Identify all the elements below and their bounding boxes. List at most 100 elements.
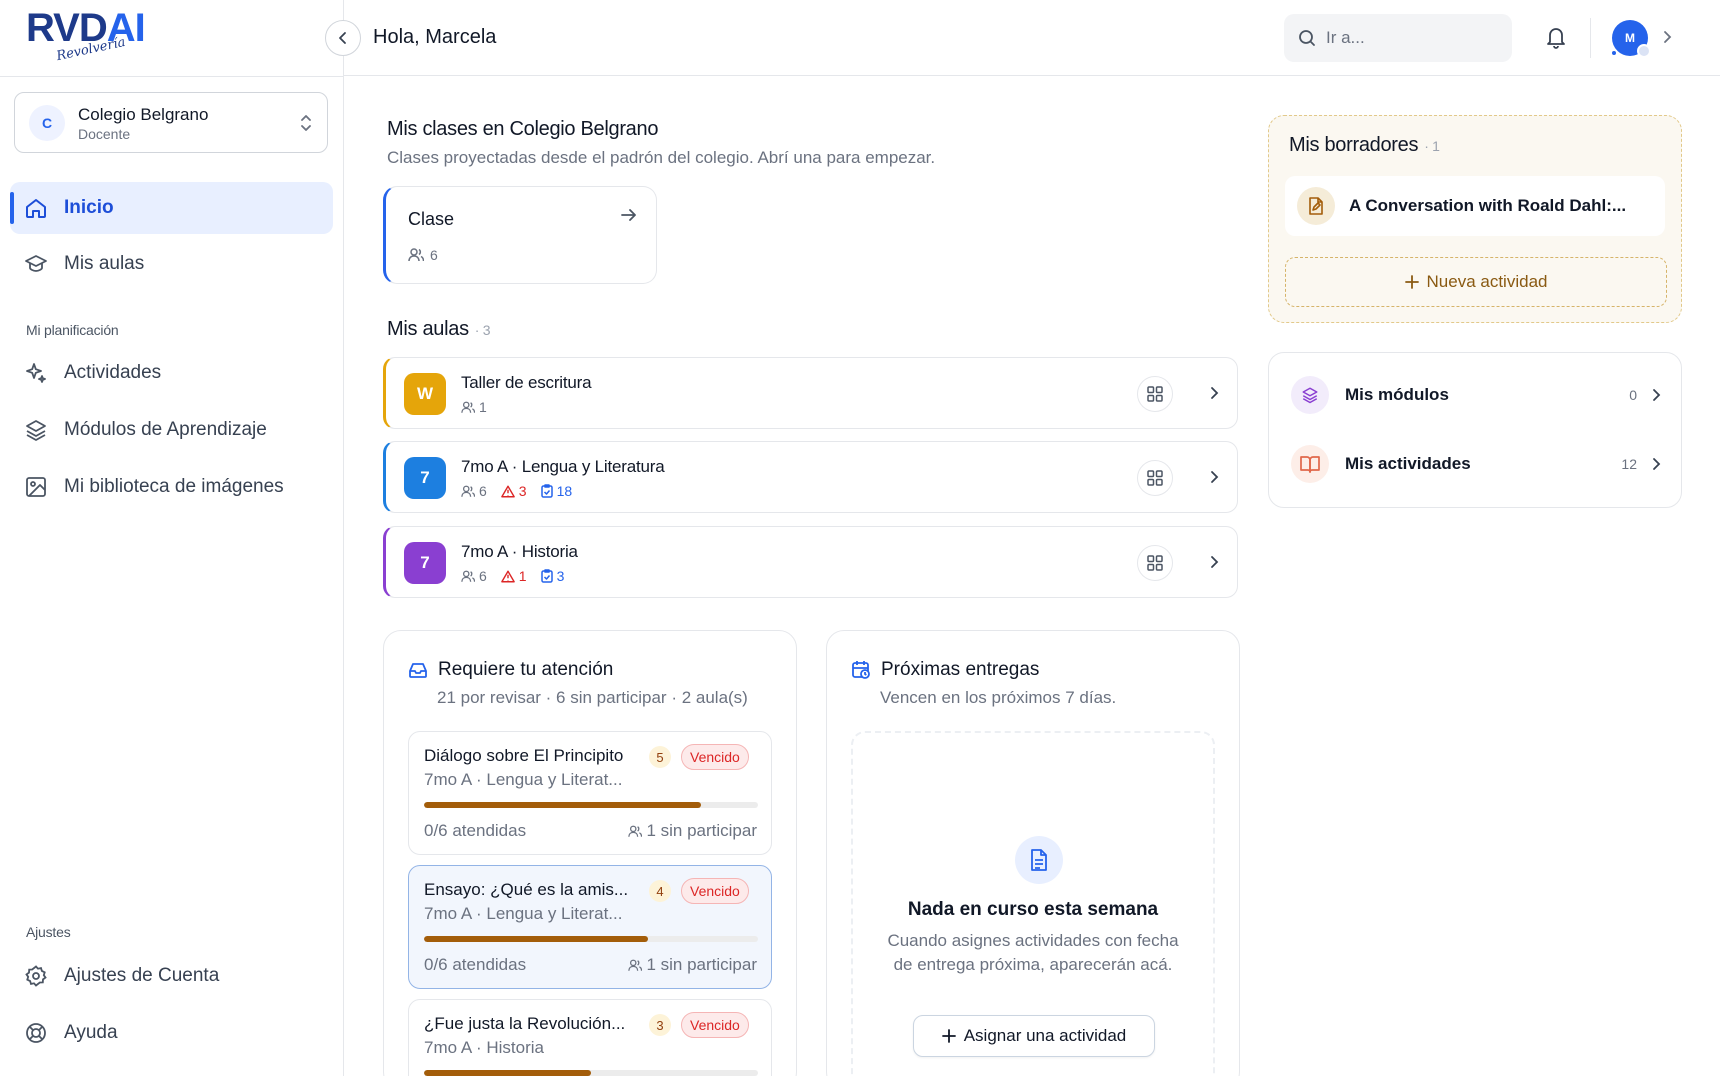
attention-item-title: Diálogo sobre El Principito: [424, 746, 624, 765]
my-activities-row[interactable]: Mis actividades 12: [1291, 444, 1661, 484]
clase-name: Clase: [408, 209, 455, 229]
aula-name: 7mo A · Lengua y Literatura: [461, 457, 665, 476]
divider: [1590, 18, 1591, 58]
chevron-right-icon: [1209, 470, 1219, 484]
greeting: Hola, Marcela: [373, 26, 497, 48]
users-icon: [461, 401, 475, 414]
draft-item[interactable]: A Conversation with Roald Dahl:...: [1285, 176, 1665, 236]
school-avatar: C: [29, 105, 65, 141]
attention-item-class: 7mo A · Lengua y Literat...: [424, 770, 623, 789]
aula-students-count: 1: [479, 399, 487, 415]
new-activity-label: Nueva actividad: [1426, 272, 1548, 291]
summary-panel: Mis módulos 0 Mis actividades 12: [1268, 352, 1682, 508]
pending-count-badge: 4: [649, 880, 671, 902]
nav-ayuda-label: Ayuda: [64, 1022, 118, 1043]
nav-modulos[interactable]: Módulos de Aprendizaje: [10, 404, 333, 456]
nav-inicio[interactable]: Inicio: [10, 182, 333, 234]
nav-mis-aulas-label: Mis aulas: [64, 253, 145, 274]
aula-grid-button[interactable]: [1137, 545, 1173, 581]
pending-count-badge: 3: [649, 1014, 671, 1036]
book-open-icon: [1291, 445, 1329, 483]
collapse-sidebar-button[interactable]: [325, 20, 361, 56]
nav-actividades[interactable]: Actividades: [10, 347, 333, 399]
gear-icon: [24, 964, 48, 988]
progress-fill: [424, 802, 702, 808]
upcoming-title-text: Próximas entregas: [881, 659, 1040, 680]
aula-alerts-count: 3: [518, 483, 527, 499]
user-avatar[interactable]: M: [1610, 20, 1651, 58]
aula-alerts-count: 1: [518, 568, 527, 584]
pending-count-badge: 5: [649, 746, 671, 768]
topbar: Hola, Marcela Ir a... M: [325, 0, 1720, 76]
aula-badge: W: [404, 373, 446, 415]
nav-biblioteca[interactable]: Mi biblioteca de imágenes: [10, 461, 333, 513]
nav-ajustes-cuenta[interactable]: Ajustes de Cuenta: [10, 950, 333, 1002]
school-name: Colegio Belgrano: [78, 105, 209, 124]
search-icon: [1298, 29, 1316, 47]
chevron-left-icon: [339, 32, 346, 44]
grid-icon: [1147, 555, 1163, 571]
aula-badge: 7: [404, 457, 446, 499]
attention-item[interactable]: Ensayo: ¿Qué es la amis... 4 Vencido 7mo A …: [408, 865, 772, 989]
clipboard-check-icon: [540, 569, 553, 583]
users-icon: [628, 959, 643, 972]
aula-row[interactable]: 7 7mo A · Lengua y Literatura 6 3 18: [383, 441, 1238, 513]
nav-ajustes-label: Ajustes de Cuenta: [64, 965, 220, 986]
upcoming-subtitle: Vencen en los próximos 7 días.: [880, 688, 1117, 707]
grid-icon: [1147, 386, 1163, 402]
attention-item[interactable]: Diálogo sobre El Principito 5 Vencido 7mo A…: [408, 731, 772, 855]
chevron-right-icon[interactable]: [1662, 30, 1672, 44]
aula-stats: 6 3 18: [461, 483, 572, 499]
school-role: Docente: [78, 126, 131, 142]
my-activities-label: Mis actividades: [1345, 454, 1471, 473]
aula-tasks-count: 18: [556, 483, 573, 499]
section-planificacion: Mi planificación: [26, 322, 119, 338]
upcoming-title: Próximas entregas: [851, 659, 1039, 681]
bell-icon[interactable]: [1544, 24, 1568, 50]
aula-row[interactable]: W Taller de escritura 1: [383, 357, 1238, 429]
my-modules-row[interactable]: Mis módulos 0: [1291, 375, 1661, 415]
brand-logo[interactable]: RVDAI Revolvería: [26, 8, 146, 70]
drafts-title: Mis borradores · 1: [1289, 134, 1440, 157]
image-icon: [24, 475, 48, 499]
aula-tasks: 18: [540, 483, 573, 499]
missing-participants-text: 1 sin participar: [646, 821, 757, 840]
aula-students-count: 6: [479, 568, 487, 584]
attention-item-class: 7mo A · Lengua y Literat...: [424, 904, 623, 923]
aula-students-count: 6: [479, 483, 487, 499]
chevron-updown-icon: [299, 113, 313, 133]
aula-badge: 7: [404, 542, 446, 584]
users-icon: [628, 825, 643, 838]
aula-grid-button[interactable]: [1137, 460, 1173, 496]
aula-stats: 1: [461, 399, 487, 415]
drafts-panel: Mis borradores · 1 A Conversation with Ro…: [1268, 115, 1682, 323]
lifebuoy-icon: [24, 1021, 48, 1045]
clases-subtitle: Clases proyectadas desde el padrón del c…: [387, 148, 936, 167]
aula-row[interactable]: 7 7mo A · Historia 6 1 3: [383, 526, 1238, 598]
nav-mis-aulas[interactable]: Mis aulas: [10, 238, 333, 290]
nav-actividades-label: Actividades: [64, 362, 162, 383]
aulas-count: · 3: [474, 322, 491, 338]
progress-bar: [424, 936, 758, 942]
section-ajustes: Ajustes: [26, 924, 71, 940]
aula-tasks: 3: [540, 568, 564, 584]
search-input[interactable]: Ir a...: [1284, 14, 1512, 62]
assign-activity-button[interactable]: Asignar una actividad: [913, 1015, 1155, 1057]
attention-item[interactable]: ¿Fue justa la Revolución... 3 Vencido 7mo A…: [408, 999, 772, 1076]
new-activity-button[interactable]: Nueva actividad: [1285, 257, 1667, 307]
sparkles-icon: [24, 361, 48, 385]
status-badge: Vencido: [681, 1012, 749, 1038]
attention-subtitle: 21 por revisar · 6 sin participar · 2 au…: [437, 688, 748, 707]
school-switcher[interactable]: C Colegio Belgrano Docente: [14, 92, 328, 153]
assign-activity-label: Asignar una actividad: [963, 1026, 1127, 1045]
nav-ayuda[interactable]: Ayuda: [10, 1007, 333, 1059]
progress-fill: [424, 936, 648, 942]
my-modules-label: Mis módulos: [1345, 385, 1449, 404]
clase-card[interactable]: Clase 6: [383, 186, 657, 284]
attention-title-text: Requiere tu atención: [438, 659, 614, 680]
document-icon: [1015, 836, 1063, 884]
draft-item-title: A Conversation with Roald Dahl:...: [1349, 196, 1627, 215]
aula-students: 6: [461, 568, 487, 584]
aula-grid-button[interactable]: [1137, 376, 1173, 412]
nav-inicio-label: Inicio: [64, 197, 114, 218]
